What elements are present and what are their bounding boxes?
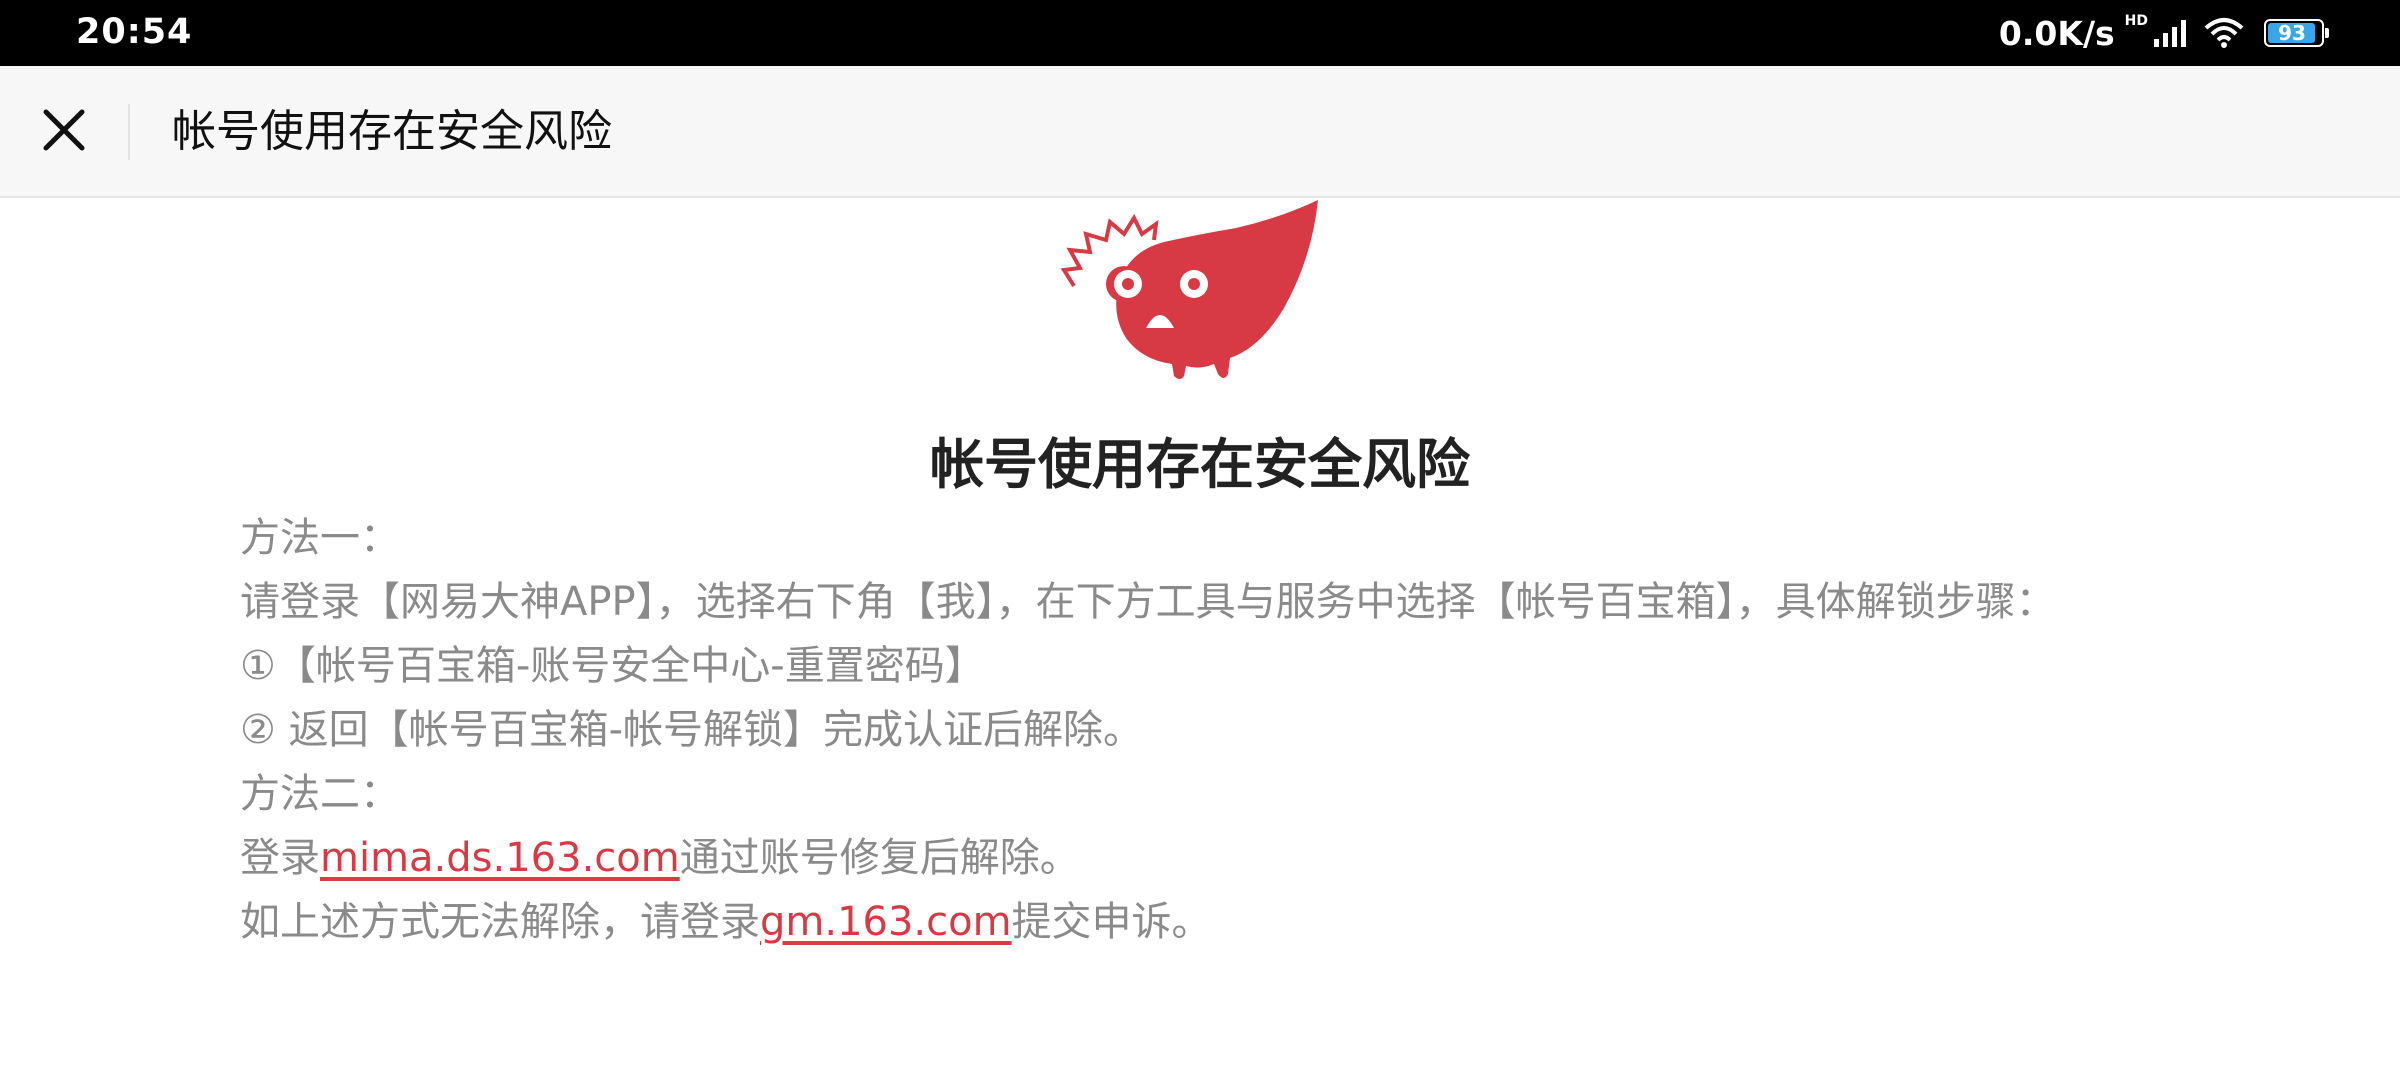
mima-link[interactable]: mima.ds.163.com	[320, 835, 680, 881]
hd-badge: HD	[2124, 13, 2148, 29]
method2-prefix: 登录	[240, 835, 320, 881]
status-icons: 0.0K/s HD 93	[1998, 12, 2329, 54]
appeal-suffix: 提交申诉。	[1011, 899, 1212, 945]
method1-text: 请登录【网易大神APP】，选择右下角【我】，在下方工具与服务中选择【帐号百宝箱】…	[240, 579, 2056, 625]
status-bar: 20:54 0.0K/s HD 93	[0, 0, 2400, 66]
step-1: ①【帐号百宝箱-账号安全中心-重置密码】	[240, 643, 985, 689]
battery-icon: 93	[2264, 19, 2329, 47]
toolbar-divider	[128, 104, 130, 160]
signal-icon	[2154, 20, 2186, 47]
appeal-line: 如上述方式无法解除，请登录gm.163.com提交申诉。	[240, 890, 2160, 954]
page-title: 帐号使用存在安全风险	[172, 106, 612, 157]
network-speed: 0.0K/s	[1998, 13, 2115, 53]
close-icon	[43, 109, 85, 151]
step-2: ② 返回【帐号百宝箱-帐号解锁】完成认证后解除。	[240, 707, 1144, 753]
toolbar: 帐号使用存在安全风险	[0, 66, 2400, 198]
close-button[interactable]	[28, 94, 100, 166]
method1-label: 方法一：	[240, 515, 400, 561]
battery-tip	[2325, 28, 2329, 38]
instructions: 方法一： 请登录【网易大神APP】，选择右下角【我】，在下方工具与服务中选择【帐…	[240, 506, 2160, 954]
content-heading: 帐号使用存在安全风险	[930, 433, 1470, 496]
gm-link[interactable]: gm.163.com	[760, 899, 1012, 945]
status-time: 20:54	[76, 12, 193, 52]
method2-suffix: 通过账号修复后解除。	[679, 835, 1080, 881]
appeal-prefix: 如上述方式无法解除，请登录	[240, 899, 760, 945]
method2-line: 登录mima.ds.163.com通过账号修复后解除。	[240, 826, 2160, 890]
warning-mascot-icon	[1060, 200, 1318, 379]
method2-label: 方法二：	[240, 771, 400, 817]
wifi-icon	[2204, 18, 2244, 48]
battery-percent: 93	[2278, 21, 2306, 45]
